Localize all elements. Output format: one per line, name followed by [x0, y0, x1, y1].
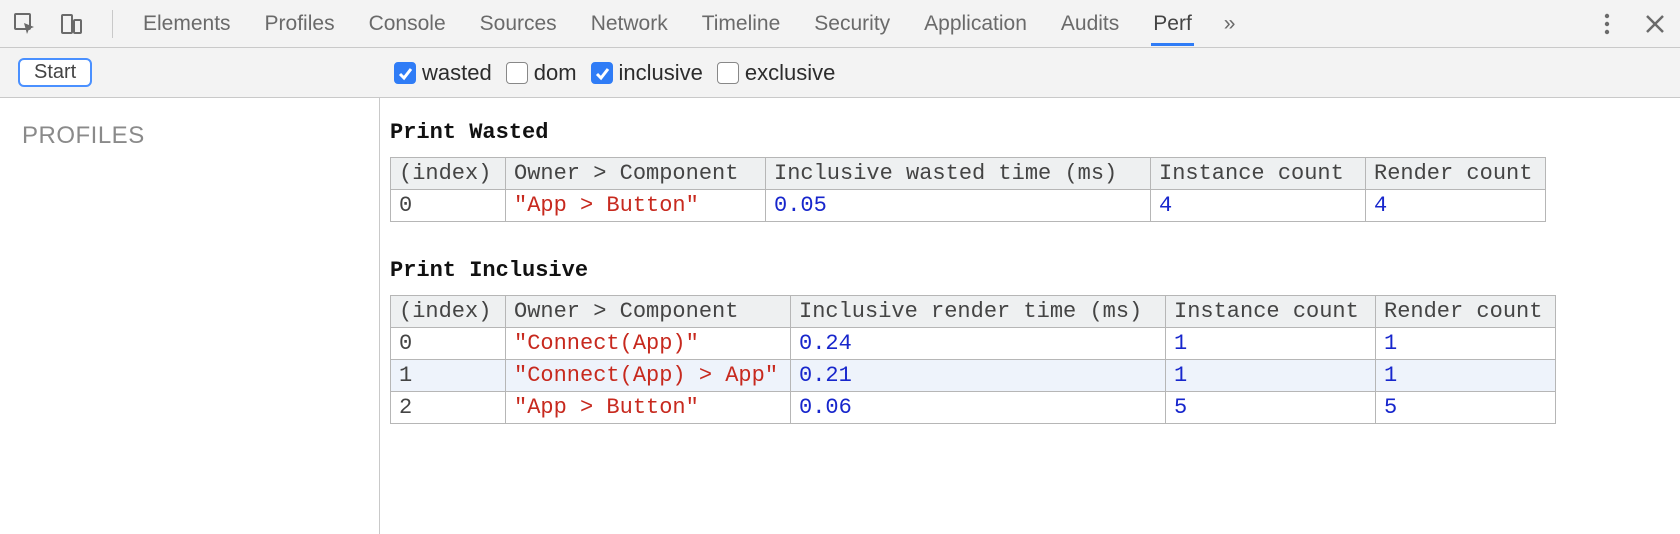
- checkbox-icon[interactable]: [394, 62, 416, 84]
- filter-wasted[interactable]: wasted: [394, 60, 492, 86]
- tab-strip: Elements Profiles Console Sources Network Tim…: [0, 0, 1680, 48]
- tab-network[interactable]: Network: [589, 2, 670, 46]
- tab-sources[interactable]: Sources: [478, 2, 559, 46]
- filter-label: exclusive: [745, 60, 835, 86]
- overflow-tabs-icon[interactable]: »: [1222, 2, 1238, 46]
- table-cell: 1: [1166, 328, 1376, 360]
- table-cell: 0: [391, 190, 506, 222]
- table-cell: 0.24: [791, 328, 1166, 360]
- tab-console[interactable]: Console: [367, 2, 448, 46]
- kebab-menu-icon[interactable]: [1594, 11, 1620, 37]
- table-header: Instance count: [1166, 296, 1376, 328]
- filter-inclusive[interactable]: inclusive: [591, 60, 703, 86]
- table-cell: 1: [1166, 360, 1376, 392]
- filter-checkboxes: wasted dom inclusive exclusive: [380, 60, 835, 86]
- table-header: Instance count: [1151, 158, 1366, 190]
- table-header: Owner > Component: [506, 158, 766, 190]
- filter-exclusive[interactable]: exclusive: [717, 60, 835, 86]
- tab-audits[interactable]: Audits: [1059, 2, 1121, 46]
- tab-timeline[interactable]: Timeline: [700, 2, 783, 46]
- table-cell: 5: [1376, 392, 1556, 424]
- close-icon[interactable]: [1642, 11, 1668, 37]
- table-cell: 4: [1151, 190, 1366, 222]
- start-button[interactable]: Start: [18, 58, 92, 87]
- panel-body: PROFILES Print Wasted (index)Owner > Com…: [0, 98, 1680, 534]
- table-header: Inclusive render time (ms): [791, 296, 1166, 328]
- table-header: (index): [391, 158, 506, 190]
- inclusive-title: Print Inclusive: [390, 258, 1670, 283]
- tab-elements[interactable]: Elements: [141, 2, 233, 46]
- table-cell: 2: [391, 392, 506, 424]
- table-cell: 0: [391, 328, 506, 360]
- tabs: Elements Profiles Console Sources Network Tim…: [141, 2, 1194, 46]
- table-header: Render count: [1366, 158, 1546, 190]
- tabstrip-left-icons: [12, 11, 84, 37]
- checkbox-icon[interactable]: [717, 62, 739, 84]
- separator: [112, 10, 113, 38]
- inspect-element-icon[interactable]: [12, 11, 38, 37]
- filter-label: dom: [534, 60, 577, 86]
- table-row: 2"App > Button"0.0655: [391, 392, 1556, 424]
- table-header: Owner > Component: [506, 296, 791, 328]
- filter-label: wasted: [422, 60, 492, 86]
- sidebar-title: PROFILES: [22, 122, 357, 150]
- device-toolbar-icon[interactable]: [58, 11, 84, 37]
- content-pane: Print Wasted (index)Owner > ComponentInc…: [380, 98, 1680, 534]
- devtools-root: Elements Profiles Console Sources Network Tim…: [0, 0, 1680, 534]
- filter-bar: Start wasted dom inclusive exclusive: [0, 48, 1680, 98]
- table-header: (index): [391, 296, 506, 328]
- table-cell: 4: [1366, 190, 1546, 222]
- table-header: Render count: [1376, 296, 1556, 328]
- table-cell: "Connect(App) > App": [506, 360, 791, 392]
- sidebar: PROFILES: [0, 98, 380, 534]
- table-cell: 0.06: [791, 392, 1166, 424]
- checkbox-icon[interactable]: [506, 62, 528, 84]
- tab-perf[interactable]: Perf: [1151, 2, 1194, 46]
- filter-label: inclusive: [619, 60, 703, 86]
- wasted-table: (index)Owner > ComponentInclusive wasted…: [390, 157, 1546, 222]
- tab-security[interactable]: Security: [812, 2, 892, 46]
- table-cell: 1: [1376, 360, 1556, 392]
- table-row: 0"Connect(App)"0.2411: [391, 328, 1556, 360]
- table-cell: "Connect(App)": [506, 328, 791, 360]
- filter-dom[interactable]: dom: [506, 60, 577, 86]
- table-cell: 1: [1376, 328, 1556, 360]
- table-cell: 0.05: [766, 190, 1151, 222]
- table-cell: "App > Button": [506, 392, 791, 424]
- checkbox-icon[interactable]: [591, 62, 613, 84]
- table-cell: 5: [1166, 392, 1376, 424]
- table-cell: "App > Button": [506, 190, 766, 222]
- table-header: Inclusive wasted time (ms): [766, 158, 1151, 190]
- inclusive-table: (index)Owner > ComponentInclusive render…: [390, 295, 1556, 424]
- table-cell: 0.21: [791, 360, 1166, 392]
- table-row: 1"Connect(App) > App"0.2111: [391, 360, 1556, 392]
- tab-application[interactable]: Application: [922, 2, 1029, 46]
- tabstrip-right-icons: [1594, 11, 1668, 37]
- table-row: 0"App > Button"0.0544: [391, 190, 1546, 222]
- tab-profiles[interactable]: Profiles: [263, 2, 337, 46]
- table-cell: 1: [391, 360, 506, 392]
- inclusive-section: Print Inclusive (index)Owner > Component…: [390, 258, 1670, 424]
- wasted-title: Print Wasted: [390, 120, 1670, 145]
- wasted-section: Print Wasted (index)Owner > ComponentInc…: [390, 120, 1670, 222]
